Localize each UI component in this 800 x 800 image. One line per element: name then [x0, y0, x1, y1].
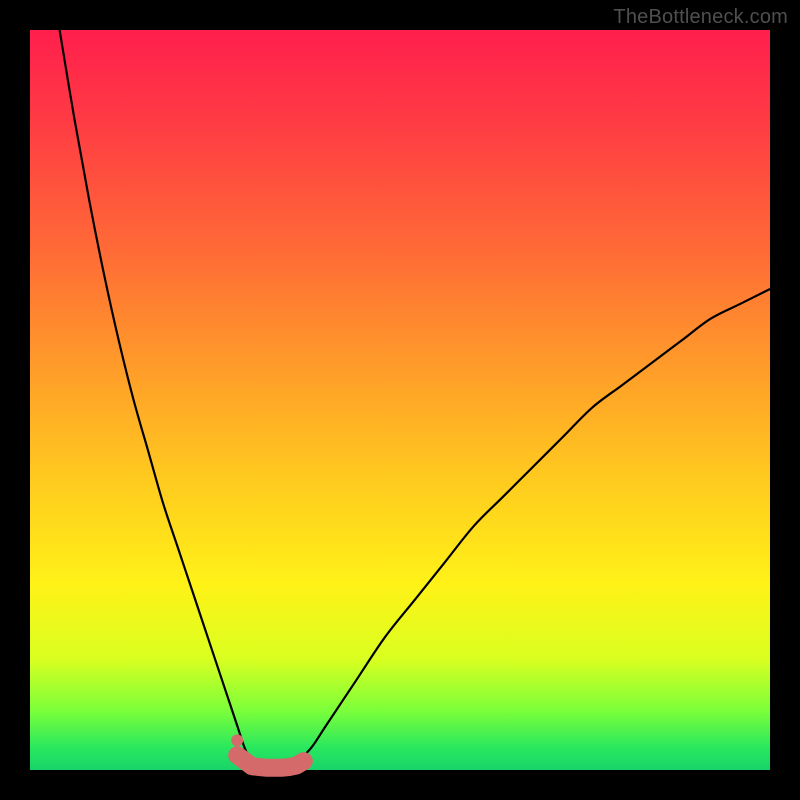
valley-floor-stroke: [237, 755, 304, 768]
valley-floor-dot: [231, 734, 243, 746]
plot-area: [30, 30, 770, 770]
chart-frame: TheBottleneck.com: [0, 0, 800, 800]
curve-left-branch: [60, 30, 252, 763]
valley-floor-markers: [237, 755, 304, 768]
curve-right-branch: [296, 289, 770, 763]
watermark-text: TheBottleneck.com: [613, 6, 788, 29]
curve-layer: [30, 30, 770, 770]
